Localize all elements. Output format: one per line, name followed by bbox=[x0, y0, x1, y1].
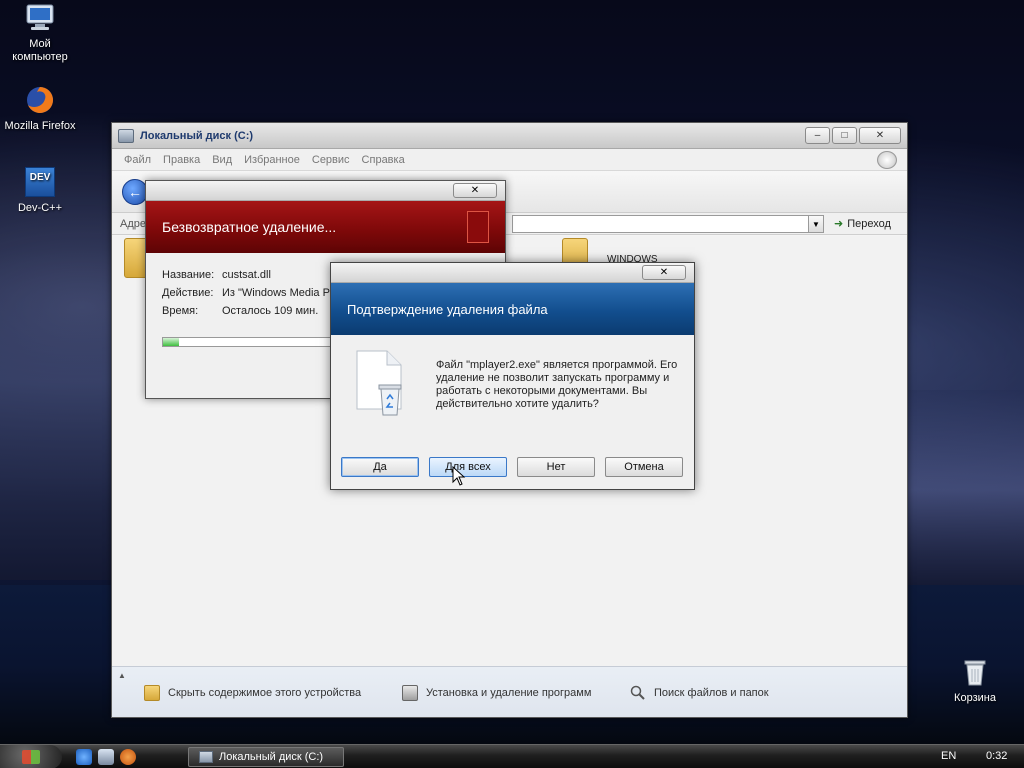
confirm-header: Подтверждение удаления файла bbox=[331, 283, 694, 335]
menu-tools[interactable]: Сервис bbox=[312, 154, 350, 166]
explorer-title: Локальный диск (C:) bbox=[140, 129, 254, 142]
progress-header-title: Безвозвратное удаление... bbox=[162, 219, 337, 235]
go-button[interactable]: ➜ Переход bbox=[834, 217, 891, 231]
quick-launch bbox=[76, 748, 136, 765]
address-dropdown-icon[interactable]: ▼ bbox=[808, 215, 824, 233]
minimize-button[interactable]: – bbox=[805, 127, 830, 144]
address-input[interactable] bbox=[512, 215, 824, 233]
folder-icon bbox=[144, 685, 160, 701]
dialog-titlebar[interactable]: ✕ bbox=[146, 181, 505, 201]
desktop-icon-label: Mozilla Firefox bbox=[4, 120, 76, 132]
close-button[interactable]: ✕ bbox=[642, 265, 686, 280]
desktop-icon-label: Корзина bbox=[954, 692, 996, 704]
taskbar: Локальный диск (C:) EN 0:32 bbox=[0, 744, 1024, 768]
start-button[interactable] bbox=[0, 744, 62, 768]
taskbar-item-explorer[interactable]: Локальный диск (C:) bbox=[188, 746, 344, 767]
task-add-remove-programs[interactable]: Установка и удаление программ bbox=[402, 685, 591, 701]
task-label: Установка и удаление программ bbox=[426, 687, 592, 699]
time-label: Время: bbox=[162, 305, 199, 317]
task-label: Поиск файлов и папок bbox=[654, 687, 769, 699]
button-row: Да Для всех Нет Отмена bbox=[341, 457, 683, 477]
devcpp-badge: DEV bbox=[25, 167, 55, 197]
go-label: Переход bbox=[847, 217, 891, 230]
desktop-icon-recycle-bin[interactable]: Корзина bbox=[935, 656, 1015, 705]
no-button[interactable]: Нет bbox=[517, 457, 595, 477]
show-desktop-icon[interactable] bbox=[98, 748, 114, 765]
devcpp-icon: DEV bbox=[24, 166, 56, 198]
menu-help[interactable]: Справка bbox=[362, 154, 405, 166]
action-label: Действие: bbox=[162, 287, 214, 299]
programs-icon bbox=[402, 685, 418, 701]
windows-logo-icon bbox=[877, 151, 897, 169]
menu-edit[interactable]: Правка bbox=[163, 154, 200, 166]
clock[interactable]: 0:32 bbox=[986, 750, 1007, 762]
header-decoration bbox=[467, 211, 489, 243]
close-button[interactable]: ✕ bbox=[453, 183, 497, 198]
name-label: Название: bbox=[162, 269, 215, 281]
desktop-icon-label: Dev-C++ bbox=[17, 202, 63, 214]
yes-to-all-button[interactable]: Для всех bbox=[429, 457, 507, 477]
desktop-bridge-left bbox=[0, 250, 112, 580]
explorer-menubar: Файл Правка Вид Избранное Сервис Справка bbox=[112, 149, 907, 171]
action-row: Действие: Из "Windows Media Pla bbox=[162, 287, 339, 299]
task-pane: ▲ Скрыть содержимое этого устройства Уст… bbox=[112, 666, 907, 717]
confirm-delete-dialog[interactable]: ✕ Подтверждение удаления файла Файл "mpl… bbox=[330, 262, 695, 490]
ie-icon[interactable] bbox=[76, 748, 92, 765]
desktop-icon-my-computer[interactable]: Мой компьютер bbox=[0, 2, 80, 64]
task-hide-contents[interactable]: Скрыть содержимое этого устройства bbox=[144, 685, 361, 701]
close-button[interactable]: ✕ bbox=[859, 127, 901, 144]
search-icon bbox=[630, 685, 646, 701]
collapse-icon[interactable]: ▲ bbox=[118, 671, 126, 680]
mouse-cursor-icon bbox=[452, 466, 466, 486]
menu-file[interactable]: Файл bbox=[124, 154, 151, 166]
desktop-icon-label: компьютер bbox=[12, 51, 68, 63]
time-row: Время: Осталось 109 мин. bbox=[162, 305, 318, 317]
dialog-titlebar[interactable]: ✕ bbox=[331, 263, 694, 283]
recycle-bin-icon bbox=[959, 656, 991, 688]
progress-header: Безвозвратное удаление... bbox=[146, 201, 505, 253]
confirm-header-title: Подтверждение удаления файла bbox=[347, 301, 548, 317]
name-row: Название: custsat.dll bbox=[162, 269, 271, 281]
progress-fill bbox=[163, 338, 179, 346]
language-indicator[interactable]: EN bbox=[941, 750, 956, 762]
windows-logo-icon bbox=[22, 749, 40, 764]
time-value: Осталось 109 мин. bbox=[222, 305, 319, 317]
desktop-icon-devcpp[interactable]: DEV Dev-C++ bbox=[0, 166, 80, 215]
name-value: custsat.dll bbox=[222, 269, 271, 281]
taskbar-item-label: Локальный диск (C:) bbox=[219, 750, 324, 763]
firefox-icon[interactable] bbox=[120, 748, 136, 765]
firefox-icon bbox=[24, 84, 56, 116]
action-value: Из "Windows Media Pla bbox=[222, 287, 339, 299]
maximize-button[interactable]: □ bbox=[832, 127, 857, 144]
desktop-icon-firefox[interactable]: Mozilla Firefox bbox=[0, 84, 80, 133]
explorer-titlebar[interactable]: Локальный диск (C:) – □ ✕ bbox=[112, 123, 907, 149]
menu-favorites[interactable]: Избранное bbox=[244, 154, 300, 166]
drive-icon bbox=[199, 750, 213, 763]
task-search-files[interactable]: Поиск файлов и папок bbox=[630, 685, 769, 701]
drive-icon bbox=[118, 128, 134, 143]
recycle-file-icon bbox=[353, 349, 407, 419]
yes-button[interactable]: Да bbox=[341, 457, 419, 477]
task-label: Скрыть содержимое этого устройства bbox=[168, 687, 362, 699]
go-arrow-icon: ➜ bbox=[834, 218, 844, 230]
address-label: Адре bbox=[120, 218, 146, 230]
menu-view[interactable]: Вид bbox=[212, 154, 232, 166]
desktop-icon-label: Мой bbox=[29, 38, 51, 50]
desktop-bridge-right bbox=[908, 390, 1024, 590]
cancel-button[interactable]: Отмена bbox=[605, 457, 683, 477]
computer-icon bbox=[24, 2, 56, 34]
confirm-message: Файл "mplayer2.exe" является программой.… bbox=[436, 359, 678, 410]
